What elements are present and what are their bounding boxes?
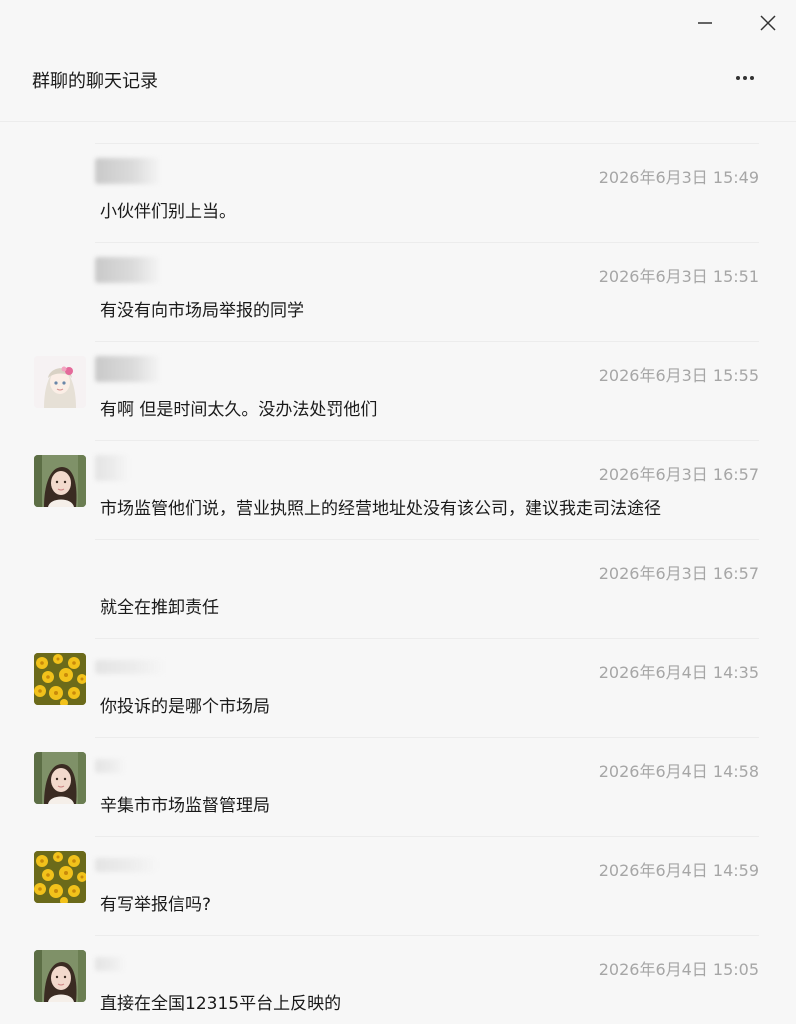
message-item[interactable]: 2026年6月3日 16:57 就全在推卸责任: [0, 539, 796, 638]
message-timestamp: 2026年6月3日 15:51: [598, 267, 759, 286]
sender-name-blurred: [95, 356, 161, 382]
message-item[interactable]: 2026年6月3日 15:55 有啊 但是时间太久。没办法处罚他们: [0, 341, 796, 440]
sender-name-blurred: [95, 858, 157, 872]
sender-name-blurred: [95, 455, 129, 481]
message-text: 直接在全国12315平台上反映的: [100, 994, 342, 1014]
sender-name-blurred: [95, 660, 165, 674]
message-text: 小伙伴们别上当。: [100, 202, 236, 222]
message-timestamp: 2026年6月3日 15:55: [598, 366, 759, 385]
message-item[interactable]: 2026年6月3日 16:57 市场监管他们说，营业执照上的经营地址处没有该公司…: [0, 440, 796, 539]
message-timestamp: 2026年6月4日 15:05: [598, 960, 759, 979]
message-timestamp: 2026年6月3日 15:49: [598, 168, 759, 187]
avatar[interactable]: [34, 752, 86, 804]
page-title: 群聊的聊天记录: [32, 71, 158, 92]
message-item[interactable]: 2026年6月4日 14:59 有写举报信吗?: [0, 836, 796, 935]
divider: [95, 341, 759, 342]
message-list[interactable]: 2026年6月3日 15:49 小伙伴们别上当。 2026年6月3日 15:51…: [0, 143, 796, 1024]
divider: [95, 935, 759, 936]
sender-name-blurred: [95, 158, 161, 184]
message-text: 就全在推卸责任: [100, 598, 219, 618]
message-item[interactable]: 2026年6月3日 15:49 小伙伴们别上当。: [0, 143, 796, 242]
message-timestamp: 2026年6月4日 14:59: [598, 861, 759, 880]
divider: [95, 539, 759, 540]
message-timestamp: 2026年6月3日 16:57: [598, 564, 759, 583]
chat-history-window: 群聊的聊天记录 2026年6月3日 15:49 小伙伴们别上当。 2026年6月…: [0, 0, 796, 1024]
message-text: 你投诉的是哪个市场局: [100, 697, 270, 717]
message-item[interactable]: 2026年6月4日 15:05 直接在全国12315平台上反映的: [0, 935, 796, 1024]
message-text: 有没有向市场局举报的同学: [100, 301, 304, 321]
message-timestamp: 2026年6月3日 16:57: [598, 465, 759, 484]
chat-header: 群聊的聊天记录: [0, 46, 796, 122]
message-text: 有啊 但是时间太久。没办法处罚他们: [100, 400, 378, 420]
divider: [95, 242, 759, 243]
avatar[interactable]: [34, 950, 86, 1002]
avatar[interactable]: [34, 851, 86, 903]
message-timestamp: 2026年6月4日 14:58: [598, 762, 759, 781]
message-text: 有写举报信吗?: [100, 895, 212, 915]
sender-name-blurred: [95, 957, 125, 971]
avatar[interactable]: [34, 653, 86, 705]
sender-name-blurred: [95, 257, 161, 283]
minimize-icon[interactable]: [692, 10, 718, 36]
sender-name-blurred: [95, 759, 125, 773]
message-text: 市场监管他们说，营业执照上的经营地址处没有该公司，建议我走司法途径: [100, 499, 661, 519]
avatar[interactable]: [34, 356, 86, 408]
divider: [95, 638, 759, 639]
message-item[interactable]: 2026年6月4日 14:58 辛集市市场监督管理局: [0, 737, 796, 836]
title-bar: [0, 0, 796, 46]
message-item[interactable]: 2026年6月3日 15:51 有没有向市场局举报的同学: [0, 242, 796, 341]
divider: [95, 143, 759, 144]
message-timestamp: 2026年6月4日 14:35: [598, 663, 759, 682]
close-icon[interactable]: [755, 10, 781, 36]
divider: [95, 440, 759, 441]
divider: [95, 737, 759, 738]
message-text: 辛集市市场监督管理局: [100, 796, 270, 816]
divider: [95, 836, 759, 837]
more-icon[interactable]: [730, 66, 760, 90]
avatar[interactable]: [34, 455, 86, 507]
message-item[interactable]: 2026年6月4日 14:35 你投诉的是哪个市场局: [0, 638, 796, 737]
